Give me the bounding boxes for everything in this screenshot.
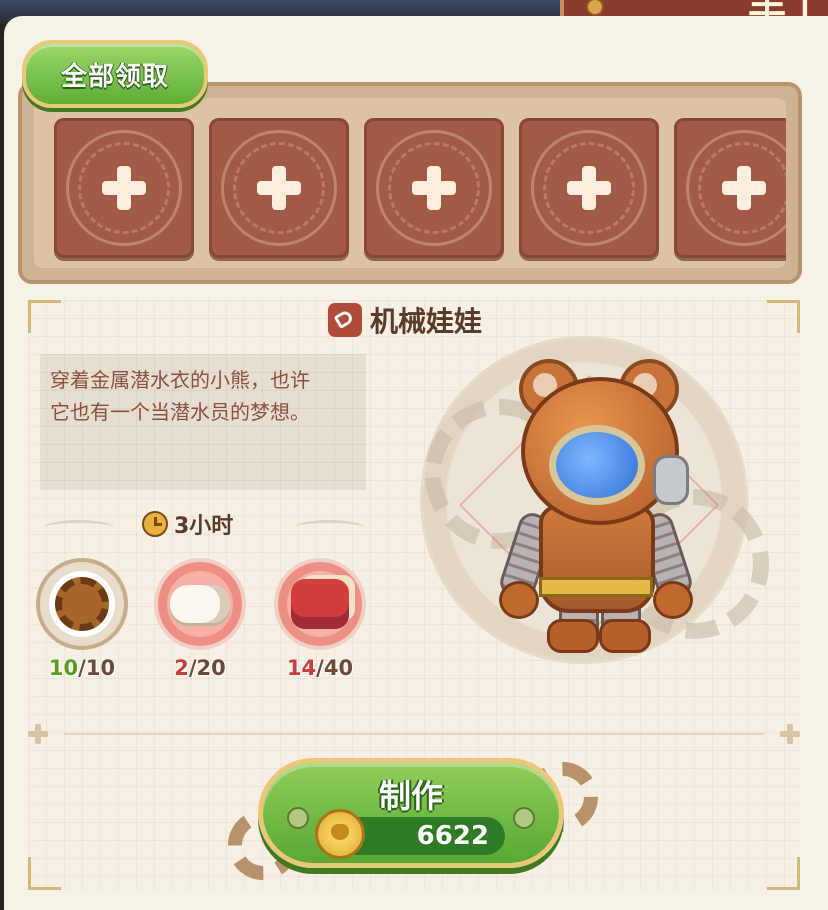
item-title: 机械娃娃 — [328, 300, 482, 340]
material-need: /10 — [78, 656, 116, 680]
material-gear[interactable]: 10/10 — [34, 558, 130, 680]
corner-ornament — [28, 857, 61, 890]
material-have: 2 — [174, 656, 189, 680]
item-detail-panel: 机械娃娃 穿着金属潜水衣的小熊，也许 它也有一个当潜水员的梦想。 3小时 10/… — [28, 300, 800, 890]
material-slot — [154, 558, 246, 650]
ornament-swirl-right — [294, 520, 364, 535]
claim-all-button[interactable]: 全部领取 — [22, 40, 208, 108]
bear-hand — [499, 581, 539, 619]
material-have: 10 — [48, 656, 79, 680]
helmet-visor — [549, 425, 645, 505]
bear-boot — [599, 619, 651, 653]
bear-belt — [539, 577, 653, 597]
description-line-2: 它也有一个当潜水员的梦想。 — [50, 400, 310, 424]
ornament-swirl-left — [44, 520, 114, 535]
plus-icon — [257, 166, 301, 210]
material-slot — [36, 558, 128, 650]
queue-slot-5[interactable] — [674, 118, 786, 258]
description-line-1: 穿着金属潜水衣的小熊，也许 — [50, 368, 310, 392]
corner-ornament — [767, 300, 800, 333]
craft-time-text: 3小时 — [174, 514, 234, 539]
item-name: 机械娃娃 — [370, 305, 483, 338]
item-portrait — [420, 336, 769, 664]
tag-icon — [328, 303, 362, 337]
item-description: 穿着金属潜水衣的小熊，也许 它也有一个当潜水员的梦想。 — [40, 354, 366, 490]
helmet-port — [653, 455, 689, 505]
craft-cost-value: 6622 — [416, 821, 489, 851]
divider-line — [64, 733, 764, 735]
material-have: 14 — [286, 656, 317, 680]
craft-time: 3小时 — [142, 508, 233, 540]
diving-helmet — [521, 377, 689, 525]
coin-icon — [315, 809, 365, 859]
clock-icon — [142, 511, 168, 537]
queue-slot-row — [34, 98, 786, 268]
craft-cost: 6622 — [315, 809, 505, 859]
material-slot — [274, 558, 366, 650]
queue-slot-3[interactable] — [364, 118, 504, 258]
plus-icon — [722, 166, 766, 210]
craft-label: 制作 — [378, 777, 443, 815]
material-fabric[interactable]: 14/40 — [272, 558, 368, 680]
bolt-icon — [586, 0, 604, 16]
material-need: /40 — [316, 656, 354, 680]
material-count: 14/40 — [272, 656, 368, 680]
corner-ornament — [767, 857, 800, 890]
queue-slot-2[interactable] — [209, 118, 349, 258]
corner-ornament — [28, 300, 61, 333]
material-count: 2/20 — [152, 656, 248, 680]
diving-bear-image — [493, 353, 696, 653]
divider-cap — [780, 724, 800, 744]
craft-time-row: 3小时 — [44, 504, 364, 544]
plus-icon — [567, 166, 611, 210]
material-count: 10/10 — [34, 656, 130, 680]
section-divider — [28, 724, 800, 744]
craft-button[interactable]: 制作 6622 — [258, 758, 564, 868]
fabric-roll-icon — [291, 579, 349, 629]
plus-icon — [412, 166, 456, 210]
plus-icon — [102, 166, 146, 210]
gear-icon — [55, 577, 109, 631]
queue-slot-4[interactable] — [519, 118, 659, 258]
queue-slot-tray — [18, 82, 802, 284]
material-cotton-roll[interactable]: 2/20 — [152, 558, 248, 680]
bear-hand — [653, 581, 693, 619]
bear-boot — [547, 619, 599, 653]
queue-slot-1[interactable] — [54, 118, 194, 258]
cotton-roll-icon — [170, 585, 230, 623]
divider-cap — [28, 724, 48, 744]
material-need: /20 — [188, 656, 226, 680]
